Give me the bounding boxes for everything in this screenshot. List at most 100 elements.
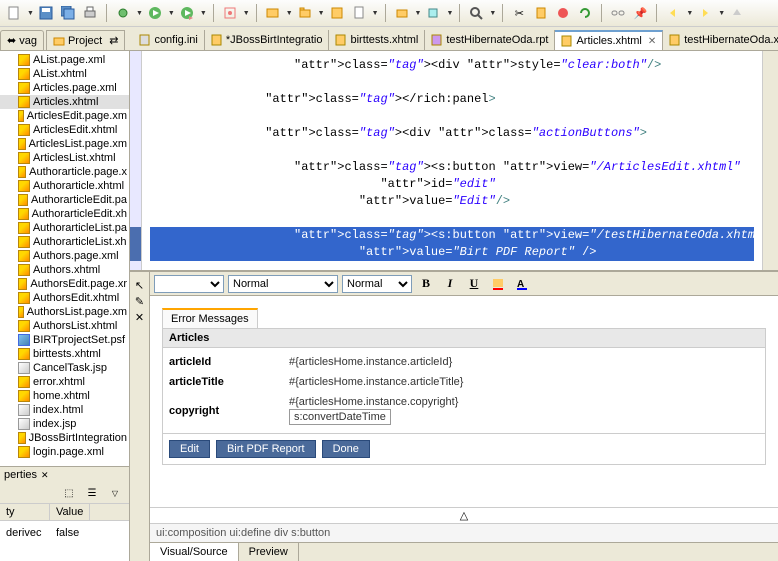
- file-tab[interactable]: testHibernateOda.xht: [663, 30, 778, 50]
- code-line[interactable]: [150, 210, 754, 227]
- tree-item[interactable]: ArticlesEdit.page.xm: [0, 109, 129, 123]
- tree-item[interactable]: index.jsp: [0, 417, 129, 431]
- stop-icon[interactable]: [555, 5, 571, 21]
- bold-button[interactable]: B: [416, 275, 436, 293]
- code-line[interactable]: [150, 142, 754, 159]
- tab-project[interactable]: Project ⇄: [46, 30, 125, 50]
- chevron-down-icon[interactable]: ▼: [318, 10, 325, 17]
- code-content[interactable]: "attr">class="tag"><div "attr">style="cl…: [142, 51, 762, 270]
- debug-icon[interactable]: [115, 5, 131, 21]
- file-tab[interactable]: config.ini: [133, 30, 204, 50]
- code-line[interactable]: "attr">class="tag"></rich:panel>: [150, 91, 754, 108]
- style-select[interactable]: Normal: [228, 275, 338, 293]
- nav-fwd-icon[interactable]: [697, 5, 713, 21]
- code-editor[interactable]: "attr">class="tag"><div "attr">style="cl…: [130, 51, 778, 271]
- open-task-icon[interactable]: [425, 5, 441, 21]
- fg-color-button[interactable]: A: [512, 275, 532, 293]
- chevron-down-icon[interactable]: ▼: [168, 10, 175, 17]
- nav-back-icon[interactable]: [665, 5, 681, 21]
- tree-item[interactable]: Articles.page.xml: [0, 81, 129, 95]
- print-icon[interactable]: [82, 5, 98, 21]
- file-tab[interactable]: Articles.xhtml✕: [555, 30, 663, 50]
- tree-icon[interactable]: ☰: [84, 485, 100, 501]
- scrollbar[interactable]: [762, 51, 778, 270]
- filter-icon[interactable]: ⬚: [61, 485, 77, 501]
- tree-item[interactable]: CancelTask.jsp: [0, 361, 129, 375]
- tree-item[interactable]: ArticlesList.page.xm: [0, 137, 129, 151]
- code-line[interactable]: "attr">class="tag"><s:button "attr">view…: [150, 227, 754, 244]
- tree-item[interactable]: AuthorsList.page.xm: [0, 305, 129, 319]
- tree-item[interactable]: Articles.xhtml: [0, 95, 129, 109]
- tree-item[interactable]: Authorarticle.page.x: [0, 165, 129, 179]
- chevron-down-icon[interactable]: ▼: [136, 10, 143, 17]
- design-canvas[interactable]: Error Messages Articles articleId#{artic…: [150, 296, 778, 507]
- link-icon[interactable]: [610, 5, 626, 21]
- run-icon[interactable]: [147, 5, 163, 21]
- close-icon[interactable]: ✕: [41, 470, 49, 481]
- tree-item[interactable]: BIRTprojectSet.psf: [0, 333, 129, 347]
- file-tab[interactable]: testHibernateOda.rpt: [425, 30, 555, 50]
- run-last-icon[interactable]: [179, 5, 195, 21]
- tab-vag[interactable]: ⬌ vag: [0, 30, 44, 50]
- tree-item[interactable]: AuthorarticleList.xh: [0, 235, 129, 249]
- chevron-down-icon[interactable]: ▼: [286, 10, 293, 17]
- chevron-down-icon[interactable]: ▼: [489, 10, 496, 17]
- nav-up-icon[interactable]: [729, 5, 745, 21]
- search-icon[interactable]: [468, 5, 484, 21]
- underline-button[interactable]: U: [464, 275, 484, 293]
- chevron-down-icon[interactable]: ▼: [200, 10, 207, 17]
- converter-tag[interactable]: s:convertDateTime: [289, 409, 391, 425]
- open-type-icon[interactable]: [394, 5, 410, 21]
- italic-button[interactable]: I: [440, 275, 460, 293]
- chevron-down-icon[interactable]: ▼: [243, 10, 250, 17]
- bg-color-button[interactable]: [488, 275, 508, 293]
- code-line[interactable]: "attr">class="tag"><div "attr">class="ac…: [150, 125, 754, 142]
- tree-item[interactable]: login.page.xml: [0, 445, 129, 459]
- paste-icon[interactable]: [533, 5, 549, 21]
- link-icon[interactable]: ⇄: [109, 34, 118, 47]
- tree-item[interactable]: home.xhtml: [0, 389, 129, 403]
- tree-item[interactable]: Authorarticle.xhtml: [0, 179, 129, 193]
- col-property[interactable]: ty: [0, 504, 50, 520]
- breadcrumb[interactable]: ui:composition ui:define div s:button: [150, 523, 778, 542]
- code-line[interactable]: [150, 74, 754, 91]
- col-value[interactable]: Value: [50, 504, 90, 520]
- code-line[interactable]: "attr">value="Edit"/>: [150, 193, 754, 210]
- menu-icon[interactable]: ▽: [107, 485, 123, 501]
- field-value[interactable]: #{articlesHome.instance.copyright}s:conv…: [289, 396, 458, 425]
- chevron-down-icon[interactable]: ▼: [686, 10, 693, 17]
- tree-item[interactable]: AuthorsEdit.page.xr: [0, 277, 129, 291]
- tree-item[interactable]: AuthorarticleEdit.xh: [0, 207, 129, 221]
- tree-item[interactable]: Authors.xhtml: [0, 263, 129, 277]
- action-button[interactable]: Birt PDF Report: [216, 440, 316, 458]
- chevron-down-icon[interactable]: ▼: [415, 10, 422, 17]
- save-icon[interactable]: [38, 5, 54, 21]
- save-all-icon[interactable]: [60, 5, 76, 21]
- file-tab[interactable]: *JBossBirtIntegratio: [205, 30, 330, 50]
- tree-item[interactable]: ArticlesEdit.xhtml: [0, 123, 129, 137]
- tree-item[interactable]: AuthorsList.xhtml: [0, 319, 129, 333]
- code-line[interactable]: "attr">id="edit": [150, 176, 754, 193]
- tree-item[interactable]: error.xhtml: [0, 375, 129, 389]
- tree-item[interactable]: AuthorarticleList.pa: [0, 221, 129, 235]
- tree-item[interactable]: AuthorsEdit.xhtml: [0, 291, 129, 305]
- chevron-down-icon[interactable]: ▼: [446, 10, 453, 17]
- new-server-icon[interactable]: [265, 5, 281, 21]
- new-icon[interactable]: [6, 5, 22, 21]
- new-file-icon[interactable]: [351, 5, 367, 21]
- action-button[interactable]: Edit: [169, 440, 210, 458]
- tree-item[interactable]: ArticlesList.xhtml: [0, 151, 129, 165]
- tree-item[interactable]: JBossBirtIntegration: [0, 431, 129, 445]
- tree-item[interactable]: AList.page.xml: [0, 53, 129, 67]
- tree-item[interactable]: AList.xhtml: [0, 67, 129, 81]
- tab-error-messages[interactable]: Error Messages: [162, 308, 258, 328]
- ext-tools-icon[interactable]: [222, 5, 238, 21]
- tree-item[interactable]: AuthorarticleEdit.pa: [0, 193, 129, 207]
- code-line[interactable]: "attr">class="tag"><s:button "attr">view…: [150, 159, 754, 176]
- tree-item[interactable]: birttests.xhtml: [0, 347, 129, 361]
- field-value[interactable]: #{articlesHome.instance.articleTitle}: [289, 376, 463, 388]
- chevron-down-icon[interactable]: ▼: [372, 10, 379, 17]
- splitter-handle[interactable]: △: [150, 507, 778, 523]
- file-tree[interactable]: AList.page.xmlAList.xhtmlArticles.page.x…: [0, 51, 129, 466]
- pin-icon[interactable]: 📌: [632, 5, 648, 21]
